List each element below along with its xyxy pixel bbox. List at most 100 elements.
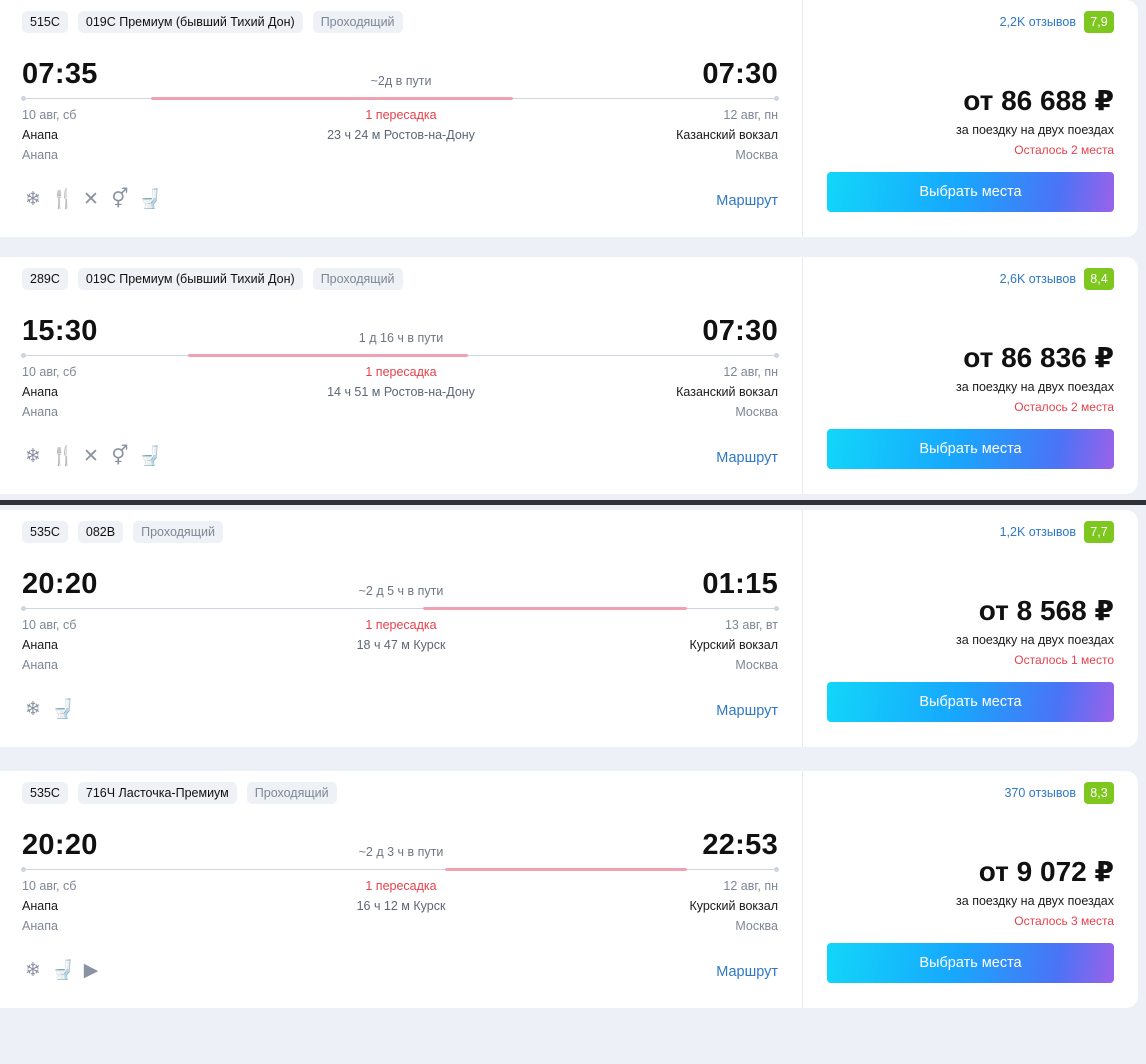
arrival-city: Москва	[735, 148, 778, 162]
train-number-badge: 289С	[22, 268, 68, 290]
transfer-segment	[445, 868, 688, 871]
reviews-link[interactable]: 2,2K отзывов	[1000, 15, 1076, 29]
trip-card: 535С 716Ч Ласточка-Премиум Проходящий 20…	[0, 771, 1138, 1008]
travel-duration: ~2 д 3 ч в пути	[358, 845, 444, 859]
route-link[interactable]: Маршрут	[716, 450, 778, 466]
train-name-badge: 716Ч Ласточка-Премиум	[77, 782, 237, 804]
reviews: 2,6K отзывов 8,4	[1000, 268, 1114, 290]
snowflake-icon: ❄	[25, 699, 41, 720]
seats-left: Осталось 2 места	[1014, 143, 1114, 157]
transfer-info: 16 ч 12 м Курск	[356, 899, 446, 913]
route-link[interactable]: Маршрут	[716, 193, 778, 209]
arrival-city: Москва	[735, 658, 778, 672]
toilet-icon: 🚽	[51, 699, 75, 720]
reviews-link[interactable]: 1,2K отзывов	[1000, 525, 1076, 539]
price-note: за поездку на двух поездах	[956, 633, 1114, 647]
arrival-time: 07:30	[702, 315, 778, 347]
transfers-count: 1 пересадка	[365, 879, 437, 893]
rating-badge: 7,7	[1084, 521, 1114, 543]
route-timeline	[21, 867, 779, 872]
timeline-start-dot	[21, 867, 26, 872]
train-badges: 515С 019С Премиум (бывший Тихий Дон) Про…	[22, 11, 403, 33]
select-seats-button[interactable]: Выбрать места	[827, 682, 1114, 722]
rating-badge: 8,4	[1084, 268, 1114, 290]
trip-card: 535С 082В Проходящий 20:20 ~2 д 5 ч в пу…	[0, 510, 1138, 747]
arrival-date: 13 авг, вт	[724, 618, 778, 632]
price-note: за поездку на двух поездах	[956, 894, 1114, 908]
arrival-station: Курский вокзал	[689, 899, 778, 913]
train-number-badge: 535С	[22, 782, 68, 804]
snowflake-icon: ❄	[25, 189, 41, 210]
trip-card: 289С 019С Премиум (бывший Тихий Дон) Про…	[0, 257, 1138, 494]
price-panel: 370 отзывов 8,3 от 9 072 ₽ за поездку на…	[802, 771, 1138, 1008]
train-type-badge: Проходящий	[312, 11, 403, 33]
arrival-city: Москва	[735, 405, 778, 419]
trip-details: 515С 019С Премиум (бывший Тихий Дон) Про…	[0, 0, 802, 237]
arrival-station: Казанский вокзал	[676, 385, 778, 399]
travel-duration: ~2 д 5 ч в пути	[358, 584, 444, 598]
rating-badge: 8,3	[1084, 782, 1114, 804]
arrival-station: Казанский вокзал	[676, 128, 778, 142]
arrival-time: 07:30	[702, 58, 778, 90]
amenities: ❄ 🍴 ✕ ⚥ 🚽	[22, 445, 162, 469]
timeline-start-dot	[21, 353, 26, 358]
seats-left: Осталось 3 места	[1014, 914, 1114, 928]
select-seats-button[interactable]: Выбрать места	[827, 172, 1114, 212]
utensils-crossed-icon: ✕	[83, 189, 99, 210]
price-note: за поездку на двух поездах	[956, 123, 1114, 137]
trip-details: 535С 082В Проходящий 20:20 ~2 д 5 ч в пу…	[0, 510, 802, 747]
utensils-crossed-icon: ✕	[83, 446, 99, 467]
arrival-station: Курский вокзал	[689, 638, 778, 652]
restroom-icon: ⚥	[111, 446, 129, 467]
arrival-city: Москва	[735, 919, 778, 933]
snowflake-icon: ❄	[25, 960, 41, 981]
route-link[interactable]: Маршрут	[716, 964, 778, 980]
train-number-badge: 515С	[22, 11, 68, 33]
trip-details: 535С 716Ч Ласточка-Премиум Проходящий 20…	[0, 771, 802, 1008]
route-timeline	[21, 606, 779, 611]
trip-details: 289С 019С Премиум (бывший Тихий Дон) Про…	[0, 257, 802, 494]
reviews: 1,2K отзывов 7,7	[1000, 521, 1114, 543]
screenshot-divider	[0, 500, 1146, 505]
restroom-icon: ⚥	[111, 189, 129, 210]
train-name-badge: 019С Премиум (бывший Тихий Дон)	[77, 268, 303, 290]
departure-city: Анапа	[22, 148, 58, 162]
amenities: ❄ 🍴 ✕ ⚥ 🚽	[22, 188, 162, 212]
price: от 86 688 ₽	[963, 85, 1114, 116]
snowflake-icon: ❄	[25, 446, 41, 467]
price-panel: 1,2K отзывов 7,7 от 8 568 ₽ за поездку н…	[802, 510, 1138, 747]
amenities: ❄ 🚽	[22, 698, 75, 722]
route-link[interactable]: Маршрут	[716, 703, 778, 719]
reviews-link[interactable]: 370 отзывов	[1004, 786, 1076, 800]
select-seats-button[interactable]: Выбрать места	[827, 943, 1114, 983]
toilet-icon: 🚽	[138, 446, 162, 467]
train-type-badge: Проходящий	[133, 521, 223, 543]
timeline-start-dot	[21, 606, 26, 611]
timeline-end-dot	[774, 353, 779, 358]
price: от 9 072 ₽	[978, 856, 1114, 887]
transfer-segment	[422, 607, 688, 610]
price: от 8 568 ₽	[978, 595, 1114, 626]
route-timeline	[21, 353, 779, 358]
train-name-badge: 082В	[77, 521, 124, 543]
arrival-time: 01:15	[702, 568, 778, 600]
train-number-badge: 535С	[22, 521, 68, 543]
train-name-badge: 019С Премиум (бывший Тихий Дон)	[77, 11, 303, 33]
price-panel: 2,6K отзывов 8,4 от 86 836 ₽ за поездку …	[802, 257, 1138, 494]
arrival-date: 12 авг, пн	[723, 879, 778, 893]
price-panel: 2,2K отзывов 7,9 от 86 688 ₽ за поездку …	[802, 0, 1138, 237]
fork-knife-icon: 🍴	[51, 446, 75, 467]
seats-left: Осталось 2 места	[1014, 400, 1114, 414]
reviews-link[interactable]: 2,6K отзывов	[1000, 272, 1076, 286]
arrival-time: 22:53	[702, 829, 778, 861]
seats-left: Осталось 1 место	[1014, 653, 1114, 667]
reviews: 370 отзывов 8,3	[1004, 782, 1114, 804]
departure-city: Анапа	[22, 658, 58, 672]
train-badges: 535С 082В Проходящий	[22, 521, 223, 543]
select-seats-button[interactable]: Выбрать места	[827, 429, 1114, 469]
transfers-count: 1 пересадка	[365, 365, 437, 379]
timeline-end-dot	[774, 606, 779, 611]
transfers-count: 1 пересадка	[365, 108, 437, 122]
toilet-icon: 🚽	[138, 189, 162, 210]
toilet-icon: 🚽	[51, 960, 75, 981]
